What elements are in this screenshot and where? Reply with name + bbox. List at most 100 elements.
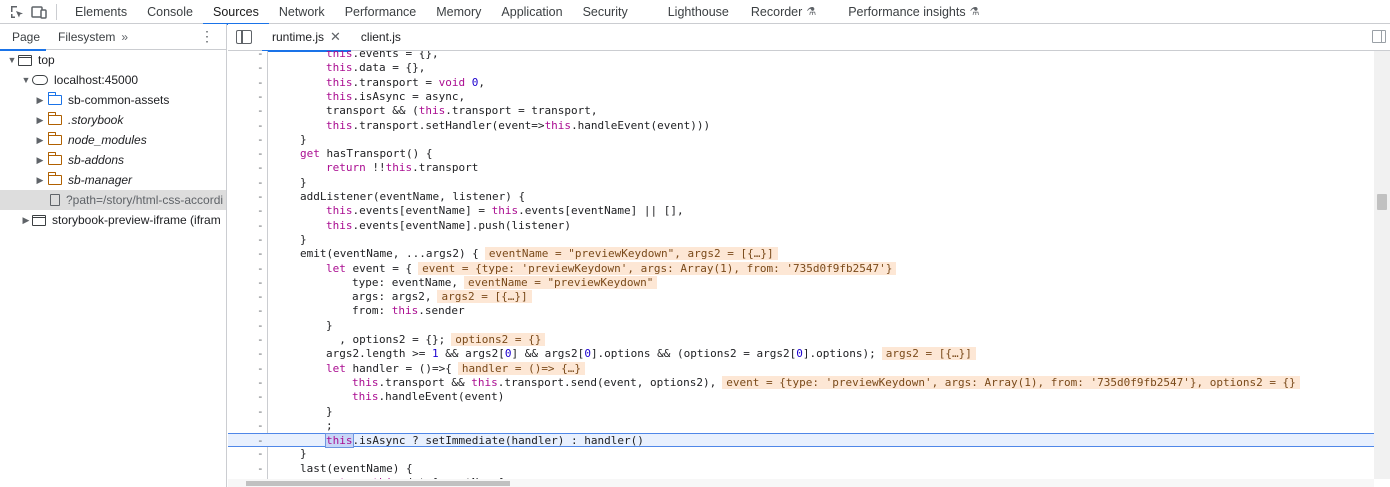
horizontal-scrollbar[interactable]	[228, 479, 1374, 487]
line-marker[interactable]: -	[257, 176, 267, 190]
line-marker[interactable]: -	[257, 133, 267, 147]
tab-console[interactable]: Console	[137, 0, 203, 24]
tab-runtime-js[interactable]: runtime.js ✕	[262, 23, 351, 52]
tree-item[interactable]: ▼ localhost:45000	[0, 70, 226, 90]
more-options-icon[interactable]: ⋮	[200, 28, 214, 44]
expanded-arrow-icon[interactable]: ▼	[20, 75, 32, 85]
code-line[interactable]: - let event = {event = {type: 'previewKey…	[228, 261, 1374, 276]
tab-sources[interactable]: Sources	[202, 0, 269, 25]
tree-item[interactable]: ▶ sb-addons	[0, 150, 226, 170]
tree-item[interactable]: ▶ storybook-preview-iframe (ifram	[0, 210, 226, 230]
line-marker[interactable]: -	[257, 90, 267, 104]
tab-filesystem[interactable]: Filesystem »	[46, 24, 134, 50]
tab-lighthouse[interactable]: Lighthouse	[650, 0, 735, 24]
line-marker[interactable]: -	[257, 434, 267, 448]
code-line[interactable]: -}	[228, 319, 1374, 333]
vertical-scroll-thumb[interactable]	[1377, 194, 1387, 210]
collapsed-arrow-icon[interactable]: ▶	[34, 115, 46, 126]
tree-item[interactable]: ?path=/story/html-css-accordi	[0, 190, 226, 210]
collapsed-arrow-icon[interactable]: ▶	[34, 135, 46, 146]
code-line[interactable]: - get hasTransport() {	[228, 147, 1374, 161]
tab-client-js[interactable]: client.js	[351, 24, 411, 51]
code-line[interactable]: -;	[228, 419, 1374, 433]
line-marker[interactable]: -	[257, 119, 267, 133]
line-marker[interactable]: -	[257, 347, 267, 361]
vertical-scrollbar[interactable]	[1374, 51, 1390, 479]
tree-item[interactable]: ▶ sb-common-assets	[0, 90, 226, 110]
line-marker[interactable]: -	[257, 104, 267, 118]
code-line[interactable]: - this.transport.setHandler(event=>this.h…	[228, 119, 1374, 133]
line-marker[interactable]: -	[257, 376, 267, 390]
line-marker[interactable]: -	[257, 419, 267, 433]
chevron-more-icon[interactable]: »	[121, 30, 128, 44]
code-line[interactable]: - type: eventName, eventName = "previewKey…	[228, 275, 1374, 290]
tab-memory[interactable]: Memory	[426, 0, 491, 24]
tab-recorder[interactable]: Recorder ⚗	[735, 0, 838, 24]
tab-performance[interactable]: Performance	[335, 0, 427, 24]
code-line[interactable]: - last(eventName) {	[228, 462, 1374, 476]
close-icon[interactable]: ✕	[330, 29, 341, 45]
code-view[interactable]: - this.events = {}, - this.data = {}, - this.…	[228, 51, 1374, 479]
line-marker[interactable]: -	[257, 390, 267, 404]
code-line[interactable]: - this.handleEvent(event)	[228, 390, 1374, 404]
tree-item[interactable]: ▶ node_modules	[0, 130, 226, 150]
inspect-element-icon[interactable]	[6, 1, 28, 23]
collapsed-arrow-icon[interactable]: ▶	[34, 175, 46, 186]
code-line[interactable]: - addListener(eventName, listener) {	[228, 190, 1374, 204]
code-line[interactable]: - let handler = ()=>{handler = ()=> {…}	[228, 361, 1374, 376]
code-line[interactable]: - this.events = {},	[228, 51, 1374, 61]
tree-item[interactable]: ▼ top	[0, 50, 226, 70]
tree-item[interactable]: ▶ sb-manager	[0, 170, 226, 190]
toggle-navigator-icon[interactable]	[236, 30, 252, 44]
line-marker[interactable]: -	[257, 276, 267, 290]
line-marker[interactable]: -	[257, 290, 267, 304]
toggle-debugger-icon[interactable]	[1372, 30, 1386, 43]
collapsed-arrow-icon[interactable]: ▶	[20, 215, 32, 226]
code-line[interactable]: - emit(eventName, ...args2) {eventName = …	[228, 247, 1374, 261]
expanded-arrow-icon[interactable]: ▼	[6, 55, 18, 65]
collapsed-arrow-icon[interactable]: ▶	[34, 155, 46, 166]
line-marker[interactable]: -	[257, 319, 267, 333]
tab-network[interactable]: Network	[269, 0, 335, 24]
line-marker[interactable]: -	[257, 219, 267, 233]
code-line[interactable]: - args: args2, args2 = [{…}]	[228, 290, 1374, 304]
line-marker[interactable]: -	[257, 51, 267, 61]
line-marker[interactable]: -	[257, 161, 267, 175]
tab-page[interactable]: Page	[0, 24, 47, 51]
code-line[interactable]: - this.events[eventName].push(listener)	[228, 219, 1374, 233]
tab-security[interactable]: Security	[573, 0, 650, 24]
horizontal-scroll-thumb[interactable]	[246, 481, 510, 486]
line-marker[interactable]: -	[257, 447, 267, 461]
line-marker[interactable]: -	[257, 247, 267, 261]
device-toolbar-icon[interactable]	[28, 1, 50, 23]
line-marker[interactable]: -	[257, 362, 267, 376]
tab-application[interactable]: Application	[491, 0, 572, 24]
code-line[interactable]: -}	[228, 405, 1374, 419]
code-line[interactable]: - , options2 = {}; options2 = {}	[228, 333, 1374, 347]
tab-performance-insights[interactable]: Performance insights ⚗	[838, 0, 989, 24]
code-line[interactable]: -}	[228, 133, 1374, 147]
line-marker[interactable]: -	[257, 233, 267, 247]
line-marker[interactable]: -	[257, 333, 267, 347]
code-line[interactable]: - this.transport && this.transport.send(e…	[228, 375, 1374, 390]
code-line[interactable]: - args2.length >= 1 && args2[0] && args2[…	[228, 347, 1374, 361]
code-line[interactable]: - return !!this.transport	[228, 161, 1374, 175]
line-marker[interactable]: -	[257, 147, 267, 161]
code-line[interactable]: - this.data = {},	[228, 61, 1374, 75]
line-marker[interactable]: -	[257, 76, 267, 90]
code-line[interactable]: - this.isAsync = async,	[228, 90, 1374, 104]
line-marker[interactable]: -	[257, 304, 267, 318]
line-marker[interactable]: -	[257, 204, 267, 218]
code-line[interactable]: - this.events[eventName] = this.events[ev…	[228, 204, 1374, 218]
line-marker[interactable]: -	[257, 405, 267, 419]
code-line[interactable]: -}	[228, 176, 1374, 190]
code-line[interactable]: -}	[228, 447, 1374, 461]
line-marker[interactable]: -	[257, 190, 267, 204]
collapsed-arrow-icon[interactable]: ▶	[34, 95, 46, 106]
line-marker[interactable]: -	[257, 262, 267, 276]
tab-elements[interactable]: Elements	[65, 0, 137, 24]
code-line[interactable]: - transport && (this.transport = transpor…	[228, 104, 1374, 118]
line-marker[interactable]: -	[257, 61, 267, 75]
tree-item[interactable]: ▶ .storybook	[0, 110, 226, 130]
code-line[interactable]: - from: this.sender	[228, 304, 1374, 318]
